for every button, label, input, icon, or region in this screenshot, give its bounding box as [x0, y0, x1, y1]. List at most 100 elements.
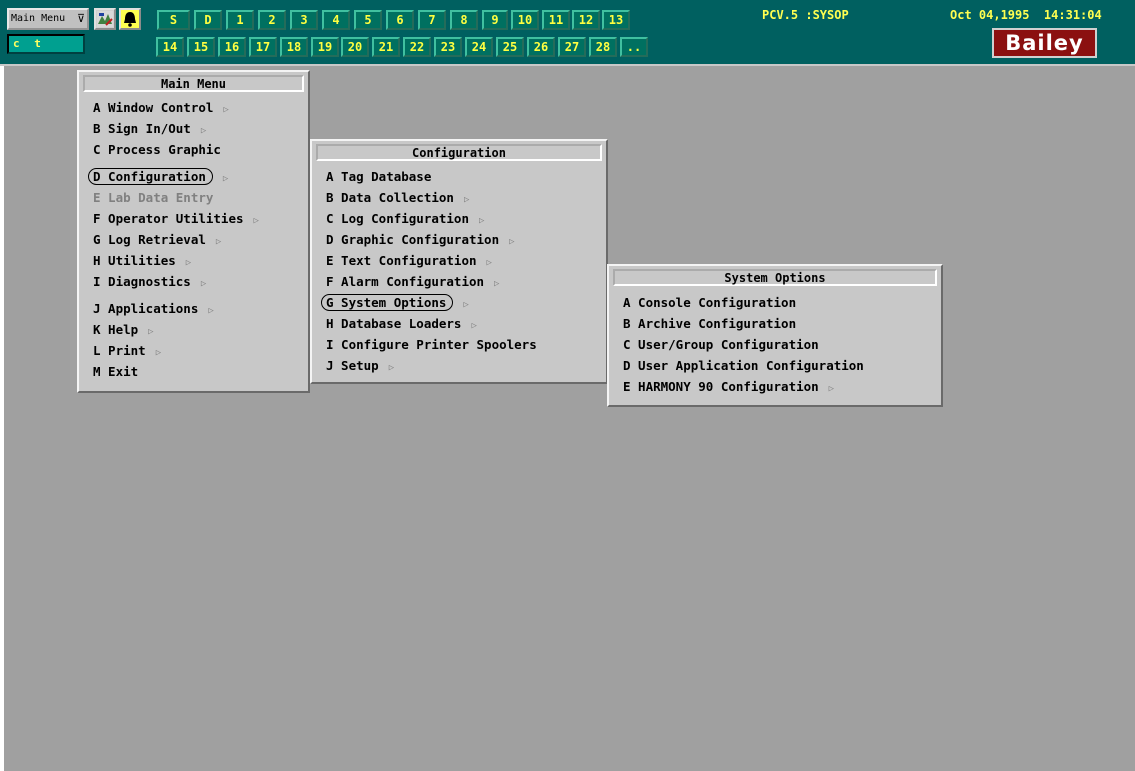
configuration-menu-item-f[interactable]: F Alarm Configuration ▷ — [326, 273, 499, 291]
configuration-menu-item-j[interactable]: J Setup ▷ — [326, 357, 394, 375]
page-button-5[interactable]: 5 — [354, 10, 382, 30]
configuration-menu-item-g[interactable]: G System Options ▷ — [321, 294, 469, 312]
menu-item-label: M Exit — [93, 364, 139, 379]
main-menu-item-c[interactable]: C Process Graphic — [93, 141, 221, 159]
page-button-6[interactable]: 6 — [386, 10, 414, 30]
configuration-menu-item-e[interactable]: E Text Configuration ▷ — [326, 252, 492, 270]
page-button-3[interactable]: 3 — [290, 10, 318, 30]
main-menu-item-k[interactable]: K Help ▷ — [93, 321, 154, 339]
submenu-arrow-icon: ▷ — [463, 300, 469, 310]
menu-item-label: D User Application Configuration — [623, 358, 864, 373]
chevron-down-icon: ⊽ — [76, 12, 85, 25]
menu-item-label: D Graphic Configuration — [326, 232, 500, 247]
configuration-menu-item-c[interactable]: C Log Configuration ▷ — [326, 210, 484, 228]
menu-item-label: G Log Retrieval — [93, 232, 206, 247]
page-button-25[interactable]: 25 — [496, 37, 524, 57]
menu-item-label: A Tag Database — [326, 169, 432, 184]
mode-indicator: c t — [7, 34, 85, 54]
page-button-15[interactable]: 15 — [187, 37, 215, 57]
main-menu-item-j[interactable]: J Applications ▷ — [93, 300, 214, 318]
page-button-21[interactable]: 21 — [372, 37, 400, 57]
configuration-menu-item-d[interactable]: D Graphic Configuration ▷ — [326, 231, 515, 249]
main-menu-item-h[interactable]: H Utilities ▷ — [93, 252, 191, 270]
submenu-arrow-icon: ▷ — [148, 327, 154, 337]
submenu-arrow-icon: ▷ — [471, 321, 477, 331]
page-button-27[interactable]: 27 — [558, 37, 586, 57]
menu-item-label: C Log Configuration — [326, 211, 469, 226]
page-button-20[interactable]: 20 — [341, 37, 369, 57]
page-button-more[interactable]: .. — [620, 37, 648, 57]
submenu-arrow-icon: ▷ — [486, 258, 492, 268]
main-menu-item-i[interactable]: I Diagnostics ▷ — [93, 273, 206, 291]
page-button-22[interactable]: 22 — [403, 37, 431, 57]
menu-item-label: E HARMONY 90 Configuration — [623, 379, 819, 394]
menu-item-label: B Sign In/Out — [93, 121, 191, 136]
menu-item-label: D Configuration — [88, 168, 213, 185]
main-menu-item-d[interactable]: D Configuration ▷ — [88, 168, 228, 186]
system-options-menu-item-a[interactable]: A Console Configuration — [623, 294, 796, 312]
submenu-arrow-icon: ▷ — [200, 126, 207, 136]
page-button-7[interactable]: 7 — [418, 10, 446, 30]
page-button-13[interactable]: 13 — [602, 10, 630, 30]
configuration-menu-item-b[interactable]: B Data Collection ▷ — [326, 189, 469, 207]
menu-item-label: K Help — [93, 322, 139, 337]
page-button-14[interactable]: 14 — [156, 37, 184, 57]
menu-item-label: G System Options — [321, 294, 454, 311]
page-button-26[interactable]: 26 — [527, 37, 555, 57]
system-options-menu-item-e[interactable]: E HARMONY 90 Configuration ▷ — [623, 378, 834, 396]
menu-item-label: A Console Configuration — [623, 295, 797, 310]
menu-item-label: B Data Collection — [326, 190, 454, 205]
main-menu-item-f[interactable]: F Operator Utilities ▷ — [93, 210, 259, 228]
bell-icon[interactable] — [119, 8, 141, 30]
main-menu-item-l[interactable]: L Print ▷ — [93, 342, 161, 360]
page-button-8[interactable]: 8 — [450, 10, 478, 30]
main-menu-button[interactable]: Main Menu ⊽ — [7, 8, 89, 30]
page-button-24[interactable]: 24 — [465, 37, 493, 57]
menu-item-label: C Process Graphic — [93, 142, 221, 157]
page-button-9[interactable]: 9 — [482, 10, 508, 30]
menu-item-label: F Operator Utilities — [93, 211, 244, 226]
menu-item-label: L Print — [93, 343, 146, 358]
page-button-18[interactable]: 18 — [280, 37, 308, 57]
page-button-4[interactable]: 4 — [322, 10, 350, 30]
menu-item-label: J Setup — [326, 358, 379, 373]
page-button-10[interactable]: 10 — [511, 10, 539, 30]
page-button-12[interactable]: 12 — [572, 10, 600, 30]
main-menu-item-a[interactable]: A Window Control ▷ — [93, 99, 229, 117]
system-options-menu-item-c[interactable]: C User/Group Configuration — [623, 336, 819, 354]
menu-item-label: I Configure Printer Spoolers — [326, 337, 537, 352]
system-options-menu-item-d[interactable]: D User Application Configuration — [623, 357, 864, 375]
main-menu-title: Main Menu — [83, 75, 304, 92]
top-toolbar: Main Menu ⊽ S D 1 2 3 4 5 6 7 8 9 10 11 12 13 14 15 16 17… — [0, 0, 1135, 66]
graphic-icon[interactable] — [94, 8, 116, 30]
configuration-menu-item-h[interactable]: H Database Loaders ▷ — [326, 315, 477, 333]
page-button-28[interactable]: 28 — [589, 37, 617, 57]
submenu-arrow-icon: ▷ — [463, 195, 470, 205]
page-button-17[interactable]: 17 — [249, 37, 277, 57]
submenu-arrow-icon: ▷ — [185, 258, 192, 268]
system-options-menu-title: System Options — [613, 269, 937, 286]
system-options-menu-panel: System Options A Console Configuration B … — [607, 264, 943, 407]
page-button-23[interactable]: 23 — [434, 37, 462, 57]
submenu-arrow-icon: ▷ — [155, 348, 162, 358]
page-button-16[interactable]: 16 — [218, 37, 246, 57]
page-button-S[interactable]: S — [157, 10, 190, 30]
page-button-19[interactable]: 19 — [311, 37, 339, 57]
page-button-D[interactable]: D — [194, 10, 222, 30]
bailey-logo: Bailey — [992, 28, 1097, 58]
page-button-2[interactable]: 2 — [258, 10, 286, 30]
system-options-menu-item-b[interactable]: B Archive Configuration — [623, 315, 796, 333]
submenu-arrow-icon: ▷ — [208, 306, 214, 316]
configuration-menu-item-i[interactable]: I Configure Printer Spoolers — [326, 336, 537, 354]
submenu-arrow-icon: ▷ — [200, 279, 207, 289]
menu-item-label: J Applications — [93, 301, 199, 316]
submenu-arrow-icon: ▷ — [479, 216, 485, 226]
main-menu-item-g[interactable]: G Log Retrieval ▷ — [93, 231, 221, 249]
main-menu-item-e: E Lab Data Entry — [93, 189, 213, 207]
page-button-1[interactable]: 1 — [226, 10, 254, 30]
submenu-arrow-icon: ▷ — [388, 363, 395, 373]
main-menu-item-b[interactable]: B Sign In/Out ▷ — [93, 120, 206, 138]
main-menu-item-m[interactable]: M Exit — [93, 363, 138, 381]
page-button-11[interactable]: 11 — [542, 10, 570, 30]
configuration-menu-item-a[interactable]: A Tag Database — [326, 168, 431, 186]
